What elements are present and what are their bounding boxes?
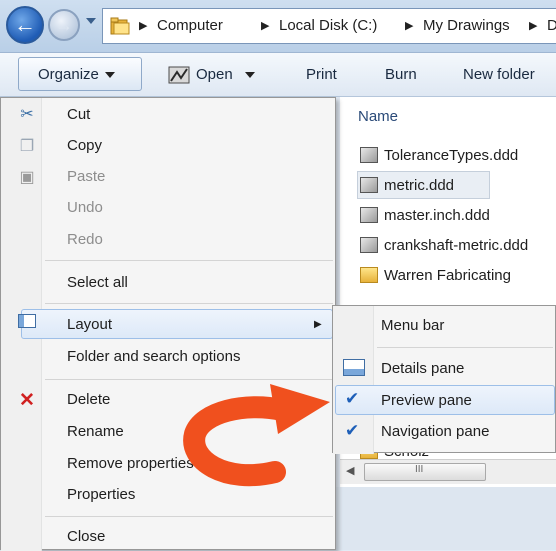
menu-item-copy[interactable]: Copy xyxy=(67,137,102,154)
menu-item-close[interactable]: Close xyxy=(67,528,105,545)
paste-icon: ▣ xyxy=(19,169,35,186)
details-pane-icon xyxy=(343,359,365,376)
file-name: metric.ddd xyxy=(384,177,455,194)
layout-submenu: Menu bar Details pane ✔ Preview pane ✔ N… xyxy=(332,305,556,454)
menu-separator xyxy=(45,303,333,304)
breadcrumb-separator-icon[interactable]: ▶ xyxy=(405,19,413,32)
organize-button[interactable]: Organize xyxy=(18,57,142,91)
menu-item-properties[interactable]: Properties xyxy=(67,486,135,503)
menu-separator xyxy=(377,347,553,348)
menu-item-redo[interactable]: Redo xyxy=(67,231,103,248)
name-column-header[interactable]: Name xyxy=(358,108,398,125)
breadcrumb-computer[interactable]: Computer xyxy=(157,17,223,34)
menu-item-paste[interactable]: Paste xyxy=(67,168,105,185)
address-bar[interactable]: ▶ Computer ▶ Local Disk (C:) ▶ My Drawin… xyxy=(102,8,556,44)
chevron-down-icon xyxy=(244,72,255,79)
cut-icon: ✂ xyxy=(20,106,34,123)
drawing-file-icon xyxy=(360,237,378,253)
organize-label: Organize xyxy=(38,66,99,83)
checkmark-icon: ✔ xyxy=(345,389,360,408)
submenu-item-details-pane[interactable]: Details pane xyxy=(381,360,464,377)
menu-item-folder-options[interactable]: Folder and search options xyxy=(67,348,240,365)
menu-item-rename[interactable]: Rename xyxy=(67,423,124,440)
folder-icon xyxy=(110,17,130,35)
back-arrow-icon: ← xyxy=(14,12,36,37)
menu-item-undo[interactable]: Undo xyxy=(67,199,103,216)
submenu-item-navigation-pane[interactable]: Navigation pane xyxy=(381,423,489,440)
breadcrumb-separator-icon[interactable]: ▶ xyxy=(139,19,147,32)
submenu-item-preview-pane-label: Preview pane xyxy=(381,392,472,409)
menu-item-delete[interactable]: Delete xyxy=(67,391,110,408)
print-button[interactable]: Print xyxy=(306,66,337,83)
breadcrumb-separator-icon[interactable]: ▶ xyxy=(261,19,269,32)
horizontal-scrollbar[interactable]: ◀ III xyxy=(340,459,556,484)
breadcrumb-next[interactable]: D xyxy=(547,17,556,34)
delete-icon: ✕ xyxy=(19,390,35,411)
drawing-file-icon xyxy=(360,177,378,193)
command-toolbar: Organize Open Print Burn New folder xyxy=(0,53,556,97)
checkmark-icon: ✔ xyxy=(345,421,360,440)
submenu-arrow-icon: ▶ xyxy=(314,319,322,330)
open-label: Open xyxy=(196,66,233,83)
layout-icon xyxy=(17,314,37,333)
file-item[interactable]: crankshaft-metric.ddd xyxy=(360,237,528,263)
menu-separator xyxy=(45,516,333,517)
organize-label-wrap: Organize xyxy=(38,66,115,83)
menu-item-select-all[interactable]: Select all xyxy=(67,274,128,291)
burn-button[interactable]: Burn xyxy=(385,66,417,83)
drawing-file-icon xyxy=(168,66,190,84)
breadcrumb-local-disk[interactable]: Local Disk (C:) xyxy=(279,17,377,34)
open-button[interactable]: Open xyxy=(196,66,255,83)
file-name: master.inch.ddd xyxy=(384,207,490,224)
annotation-arrow-icon xyxy=(183,384,330,487)
scrollbar-grip: III xyxy=(415,464,424,475)
submenu-item-menu-bar[interactable]: Menu bar xyxy=(381,317,444,334)
menu-item-layout-label: Layout xyxy=(67,316,113,333)
recent-pages-dropdown-icon[interactable] xyxy=(86,18,96,24)
menu-separator xyxy=(45,260,333,261)
file-item[interactable]: metric.ddd xyxy=(360,177,454,203)
drawing-file-icon xyxy=(360,147,378,163)
file-item[interactable]: master.inch.ddd xyxy=(360,207,490,233)
breadcrumb-my-drawings[interactable]: My Drawings xyxy=(423,17,510,34)
file-item[interactable]: ToleranceTypes.ddd xyxy=(360,147,518,173)
address-bar-area: ← → ▶ Computer ▶ Local Disk (C:) ▶ My Dr… xyxy=(0,0,556,53)
forward-button[interactable]: → xyxy=(48,9,80,41)
scrollbar-thumb[interactable]: III xyxy=(364,463,486,481)
folder-icon xyxy=(360,267,378,283)
menu-item-cut[interactable]: Cut xyxy=(67,106,90,123)
file-name: ToleranceTypes.ddd xyxy=(384,147,519,164)
file-name: crankshaft-metric.ddd xyxy=(384,237,529,254)
new-folder-button[interactable]: New folder xyxy=(463,66,535,83)
drawing-file-icon xyxy=(360,207,378,223)
breadcrumb-separator-icon[interactable]: ▶ xyxy=(529,19,537,32)
back-button[interactable]: ← xyxy=(6,6,44,44)
copy-icon: ❐ xyxy=(19,138,35,155)
scroll-left-icon[interactable]: ◀ xyxy=(346,464,354,477)
folder-item[interactable]: Warren Fabricating xyxy=(360,267,511,293)
forward-arrow-icon: → xyxy=(55,15,73,35)
folder-name: Warren Fabricating xyxy=(384,267,511,284)
chevron-down-icon xyxy=(104,72,115,79)
